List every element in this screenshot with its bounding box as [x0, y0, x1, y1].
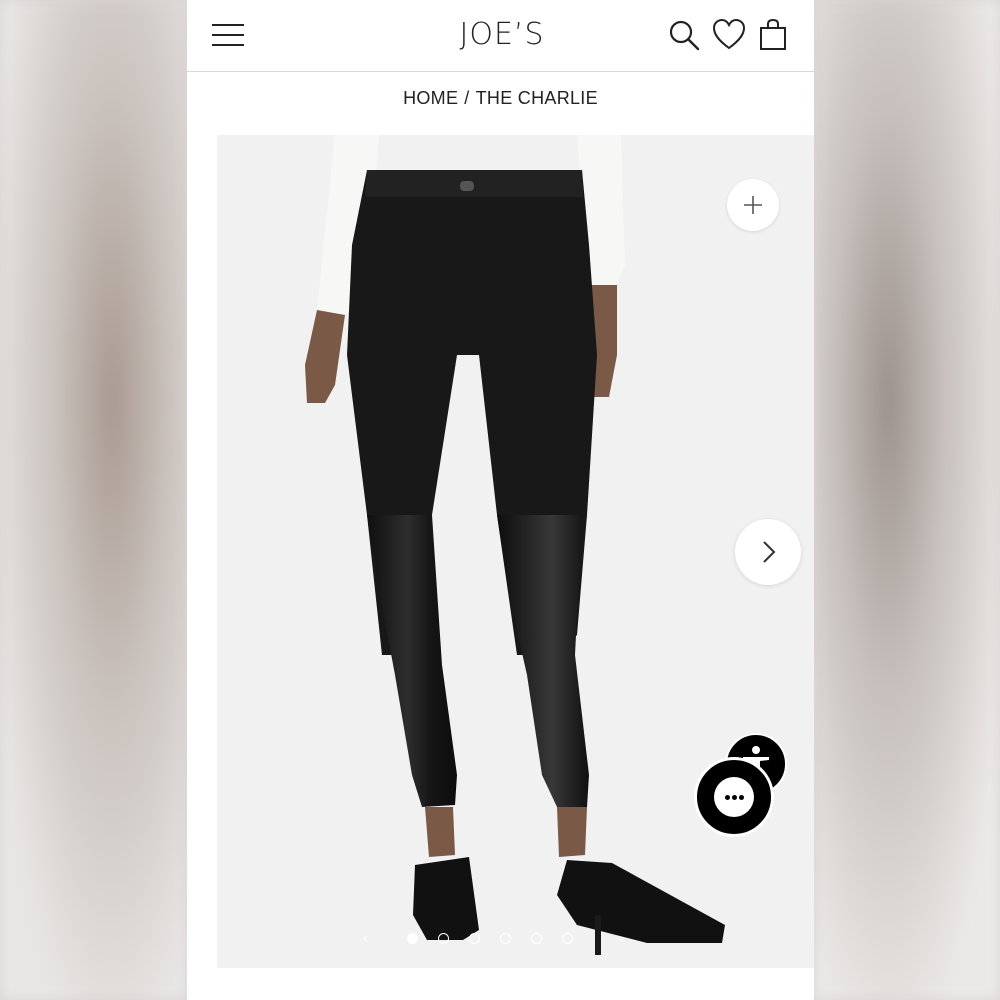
background-blur-left — [0, 0, 187, 1000]
carousel-dot-6[interactable] — [562, 933, 573, 944]
heart-icon[interactable] — [712, 18, 746, 52]
product-image-carousel[interactable]: ‹ › — [217, 135, 814, 968]
next-image-button[interactable] — [735, 519, 801, 585]
plus-icon — [744, 196, 762, 214]
carousel-dot-5[interactable] — [531, 933, 542, 944]
zoom-button[interactable] — [727, 179, 779, 231]
mobile-screen: JOE’S HOME / THE CHARLIE ‹ › — [187, 0, 814, 1000]
brand-logo[interactable]: JOE’S — [437, 17, 567, 53]
chevron-right-icon — [763, 541, 776, 563]
background-blur-right — [814, 0, 1000, 1000]
search-icon[interactable] — [667, 18, 701, 52]
breadcrumb-home-link[interactable]: HOME — [403, 88, 458, 108]
carousel-pagination: ‹ › — [357, 930, 657, 950]
breadcrumb-current: THE CHARLIE — [475, 88, 598, 108]
site-header: JOE’S — [187, 0, 814, 72]
carousel-prev-small[interactable]: ‹ — [363, 930, 368, 946]
carousel-dot-3[interactable] — [469, 933, 480, 944]
shopping-bag-icon[interactable] — [757, 18, 791, 52]
chat-button[interactable] — [694, 757, 774, 837]
chat-bubble-icon — [714, 777, 754, 817]
carousel-dot-2[interactable] — [438, 933, 449, 944]
carousel-dot-1[interactable] — [407, 933, 418, 944]
carousel-next-small[interactable]: › — [619, 930, 624, 946]
hamburger-menu-icon[interactable] — [212, 22, 244, 48]
breadcrumb: HOME / THE CHARLIE — [187, 88, 814, 109]
breadcrumb-separator: / — [464, 88, 470, 108]
carousel-dot-4[interactable] — [500, 933, 511, 944]
product-photo — [305, 135, 725, 955]
